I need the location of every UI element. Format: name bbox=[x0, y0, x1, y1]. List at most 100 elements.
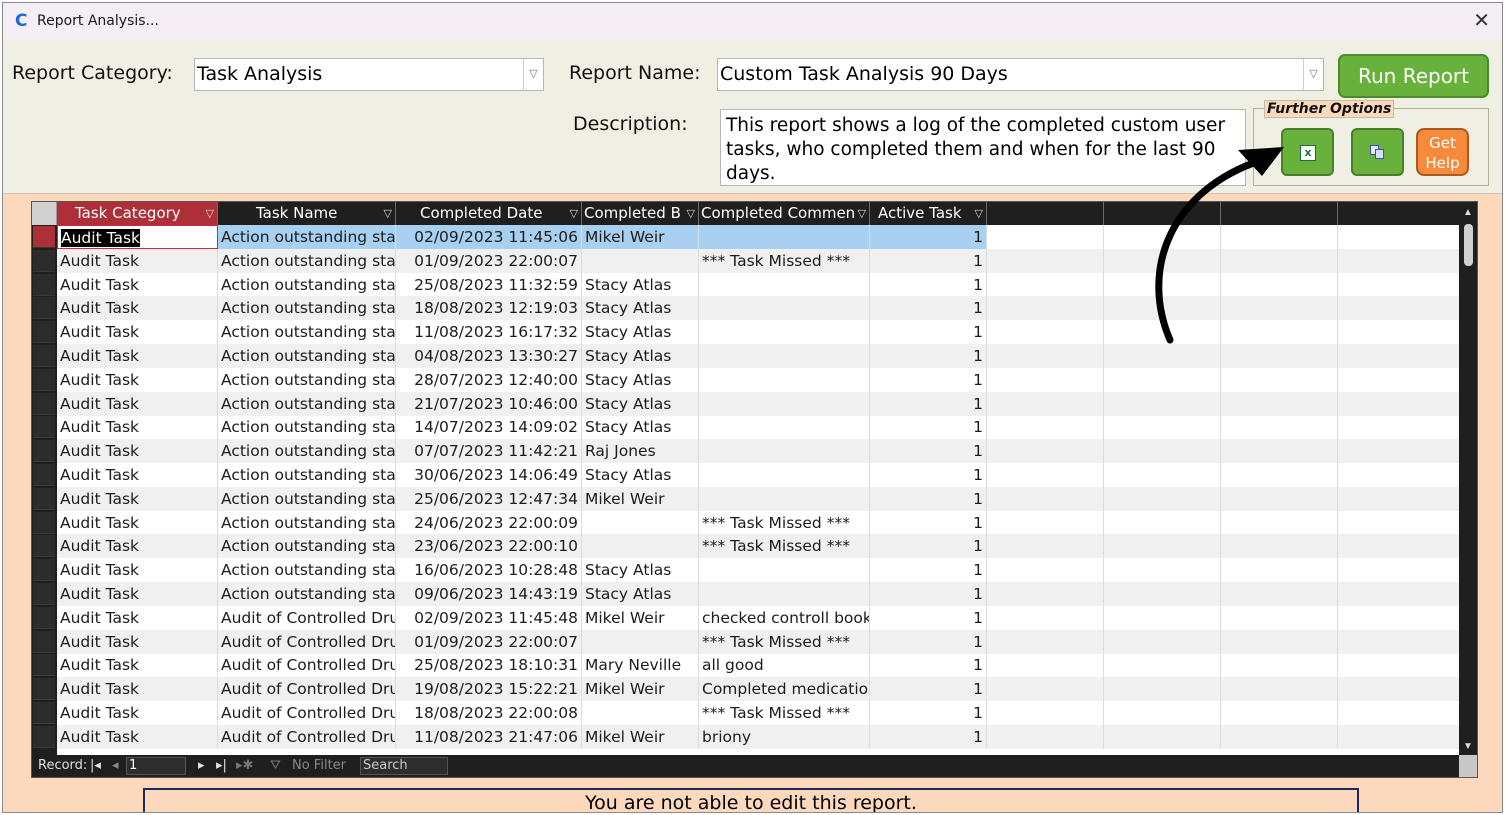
cell-completed-by[interactable]: Stacy Atlas bbox=[582, 391, 699, 416]
table-row[interactable]: Audit Task Action outstanding staff 21/07/… bbox=[57, 391, 1460, 416]
record-selector[interactable] bbox=[33, 559, 55, 582]
cell-active-task[interactable]: 1 bbox=[870, 558, 987, 583]
cell-active-task[interactable]: 1 bbox=[870, 653, 987, 678]
record-selector[interactable] bbox=[33, 535, 55, 558]
table-row[interactable]: Audit Task Action outstanding staff 04/08/… bbox=[57, 344, 1460, 368]
cell-task-category[interactable]: Audit Task bbox=[57, 248, 218, 273]
cell-completed-by[interactable]: Stacy Atlas bbox=[582, 296, 699, 321]
record-selector[interactable] bbox=[33, 725, 55, 748]
column-header-task-category[interactable]: Task Category ▽ bbox=[57, 202, 218, 225]
cell-empty[interactable] bbox=[1104, 701, 1221, 725]
cell-empty[interactable] bbox=[1104, 344, 1221, 368]
table-row[interactable]: Audit Task Action outstanding staff 18/08/… bbox=[57, 296, 1460, 321]
record-selector[interactable] bbox=[33, 606, 55, 629]
chevron-down-icon[interactable]: ▽ bbox=[523, 59, 543, 90]
cell-task-category[interactable]: Audit Task bbox=[57, 558, 218, 583]
cell-empty[interactable] bbox=[1338, 653, 1460, 678]
table-row[interactable]: Audit Task Action outstanding staff 25/08/… bbox=[57, 272, 1460, 297]
cell-task-name[interactable]: Action outstanding staff bbox=[218, 463, 396, 487]
cell-empty[interactable] bbox=[1221, 344, 1338, 368]
cell-active-task[interactable]: 1 bbox=[870, 391, 987, 416]
cell-empty[interactable] bbox=[987, 391, 1104, 416]
cell-empty[interactable] bbox=[1104, 653, 1221, 678]
cell-empty[interactable] bbox=[1221, 653, 1338, 678]
cell-task-name[interactable]: Audit of Controlled Drug bbox=[218, 677, 396, 702]
table-row[interactable]: Audit Task Audit of Controlled Drug 01/09/… bbox=[57, 629, 1460, 654]
cell-empty[interactable] bbox=[1221, 415, 1338, 440]
record-selector[interactable] bbox=[33, 273, 55, 296]
cell-empty[interactable] bbox=[1221, 534, 1338, 559]
cell-active-task[interactable]: 1 bbox=[870, 724, 987, 749]
cell-task-name[interactable]: Action outstanding staff bbox=[218, 320, 396, 345]
close-icon[interactable]: ✕ bbox=[1473, 8, 1490, 32]
cell-empty[interactable] bbox=[1221, 248, 1338, 273]
cell-empty[interactable] bbox=[987, 296, 1104, 321]
cell-completed-date[interactable]: 11/08/2023 16:17:32 bbox=[396, 320, 582, 345]
cell-completed-date[interactable]: 25/08/2023 11:32:59 bbox=[396, 272, 582, 297]
search-input[interactable]: Search bbox=[360, 757, 448, 775]
cell-empty[interactable] bbox=[1338, 415, 1460, 440]
cell-active-task[interactable]: 1 bbox=[870, 320, 987, 345]
cell-active-task[interactable]: 1 bbox=[870, 344, 987, 368]
cell-empty[interactable] bbox=[1221, 391, 1338, 416]
table-row[interactable]: Audit Task Audit of Controlled Drug 18/08/… bbox=[57, 701, 1460, 725]
cell-empty[interactable] bbox=[1104, 724, 1221, 749]
cell-empty[interactable] bbox=[1104, 629, 1221, 654]
cell-empty[interactable] bbox=[987, 367, 1104, 392]
cell-empty[interactable] bbox=[1221, 510, 1338, 535]
scroll-thumb[interactable] bbox=[1464, 224, 1473, 266]
cell-completed-comment[interactable] bbox=[699, 367, 870, 392]
cell-empty[interactable] bbox=[1338, 296, 1460, 321]
cell-task-category[interactable]: Audit Task bbox=[57, 463, 218, 487]
cell-empty[interactable] bbox=[1221, 677, 1338, 702]
next-record-icon[interactable]: ▸ bbox=[198, 755, 205, 777]
cell-completed-date[interactable]: 25/06/2023 12:47:34 bbox=[396, 486, 582, 511]
cell-task-name[interactable]: Action outstanding staff bbox=[218, 486, 396, 511]
cell-empty[interactable] bbox=[1338, 248, 1460, 273]
cell-empty[interactable] bbox=[987, 248, 1104, 273]
cell-empty[interactable] bbox=[1104, 558, 1221, 583]
cell-empty[interactable] bbox=[987, 724, 1104, 749]
cell-completed-comment[interactable] bbox=[699, 320, 870, 345]
cell-empty[interactable] bbox=[987, 486, 1104, 511]
cell-completed-comment[interactable] bbox=[699, 558, 870, 583]
cell-completed-date[interactable]: 09/06/2023 14:43:19 bbox=[396, 582, 582, 606]
record-selector[interactable] bbox=[33, 226, 55, 248]
filter-funnel-icon[interactable]: ⛛ bbox=[270, 755, 281, 777]
first-record-icon[interactable]: |◂ bbox=[90, 755, 101, 777]
cell-task-name[interactable]: Action outstanding staff bbox=[218, 558, 396, 583]
cell-completed-comment[interactable] bbox=[699, 296, 870, 321]
cell-empty[interactable] bbox=[1104, 439, 1221, 464]
cell-completed-by[interactable]: Raj Jones bbox=[582, 439, 699, 464]
cell-completed-comment[interactable]: *** Task Missed *** bbox=[699, 248, 870, 273]
table-row[interactable]: Audit Task Action outstanding staff 28/07/… bbox=[57, 367, 1460, 392]
cell-empty[interactable] bbox=[1221, 439, 1338, 464]
table-row[interactable]: Audit Task Audit of Controlled Drug 11/08/… bbox=[57, 724, 1460, 749]
table-row[interactable]: Audit Task Action outstanding staff 09/06/… bbox=[57, 582, 1460, 606]
cell-task-name[interactable]: Audit of Controlled Drug bbox=[218, 629, 396, 654]
cell-active-task[interactable]: 1 bbox=[870, 367, 987, 392]
cell-task-name[interactable]: Audit of Controlled Drug bbox=[218, 605, 396, 630]
table-row[interactable]: Audit Task Action outstanding staff 14/07/… bbox=[57, 415, 1460, 440]
cell-completed-date[interactable]: 01/09/2023 22:00:07 bbox=[396, 248, 582, 273]
record-selector[interactable] bbox=[33, 392, 55, 415]
cell-completed-comment[interactable]: *** Task Missed *** bbox=[699, 701, 870, 725]
table-row[interactable]: Audit Task Action outstanding staff 24/06/… bbox=[57, 510, 1460, 535]
cell-completed-by[interactable]: Mikel Weir bbox=[582, 724, 699, 749]
cell-empty[interactable] bbox=[987, 534, 1104, 559]
cell-completed-by[interactable]: Stacy Atlas bbox=[582, 320, 699, 345]
cell-empty[interactable] bbox=[1338, 582, 1460, 606]
cell-task-category[interactable]: Audit Task bbox=[57, 653, 218, 678]
cell-task-category[interactable]: Audit Task bbox=[57, 724, 218, 749]
table-row[interactable]: Audit Task Audit of Controlled Drug 19/08/… bbox=[57, 677, 1460, 702]
cell-empty[interactable] bbox=[1221, 486, 1338, 511]
cell-completed-comment[interactable]: briony bbox=[699, 724, 870, 749]
cell-active-task[interactable]: 1 bbox=[870, 510, 987, 535]
table-row[interactable]: Audit Task Action outstanding staff 25/06/… bbox=[57, 486, 1460, 511]
cell-empty[interactable] bbox=[987, 225, 1104, 249]
cell-empty[interactable] bbox=[1221, 582, 1338, 606]
previous-record-icon[interactable]: ◂ bbox=[112, 755, 119, 777]
cell-empty[interactable] bbox=[1104, 248, 1221, 273]
cell-completed-comment[interactable] bbox=[699, 415, 870, 440]
scroll-down-icon[interactable]: ▼ bbox=[1463, 741, 1473, 752]
